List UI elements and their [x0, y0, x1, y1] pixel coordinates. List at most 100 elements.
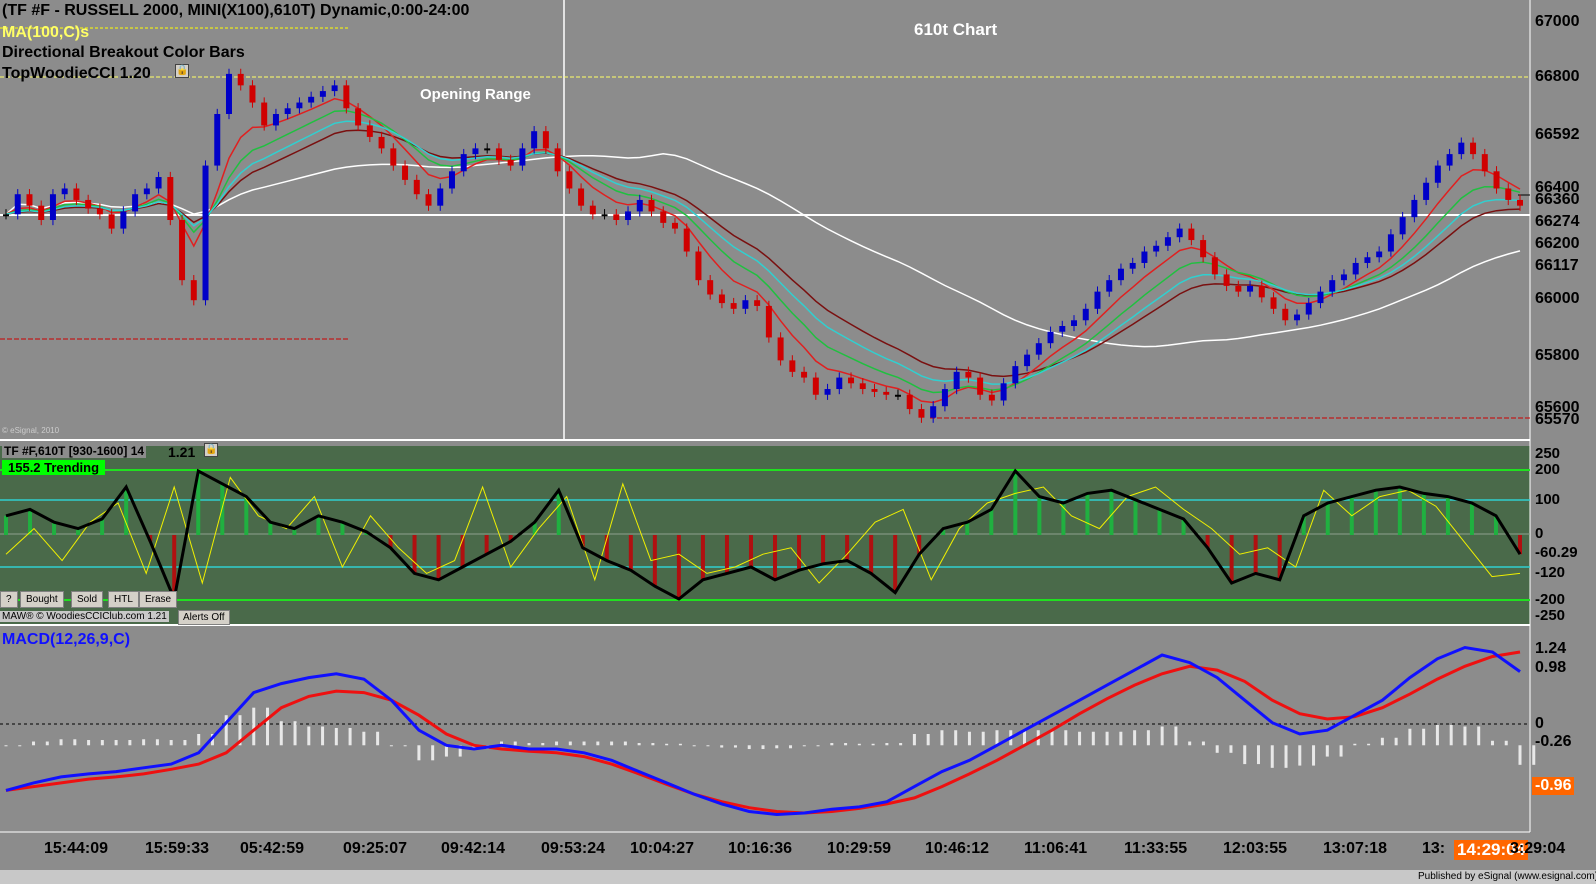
time-axis-label: 15:59:33 [145, 840, 210, 857]
candle-body [660, 211, 667, 223]
macd-histogram-bar [885, 743, 889, 746]
macd-histogram-bar [1215, 745, 1219, 753]
time-axis-label: 3:29:04 [1510, 840, 1566, 857]
candle-body [1106, 280, 1113, 292]
cci-axis-label: 200 [1535, 461, 1561, 478]
candle-body [906, 394, 913, 410]
macd-histogram-bar [1064, 730, 1068, 746]
macd-histogram-bar [912, 734, 916, 746]
macd-histogram-bar [1188, 741, 1192, 746]
time-axis-label: 09:42:14 [441, 840, 506, 857]
cci-axis-label: -200 [1535, 591, 1566, 608]
macd-histogram-bar [252, 707, 256, 746]
macd-histogram-bar [45, 741, 49, 746]
candle-body [1164, 237, 1171, 246]
chart-title: 610t Chart [914, 20, 998, 39]
candle-body [754, 300, 761, 306]
candle-body [448, 171, 455, 189]
macd-histogram-bar [1367, 743, 1371, 746]
macd-histogram-bar [376, 731, 380, 746]
macd-histogram-bar [665, 743, 669, 746]
lock-icon[interactable]: 🔒 [175, 64, 189, 78]
macd-histogram-bar [362, 731, 366, 746]
macd-axis-label: -0.26 [1535, 733, 1572, 750]
bought-button[interactable]: Bought [20, 591, 64, 608]
cci-histogram-bar [1253, 535, 1258, 574]
cci-histogram-bar [1085, 493, 1090, 535]
cci-histogram-bar [676, 535, 681, 599]
candle-body [202, 165, 209, 301]
alerts-off-button[interactable]: Alerts Off [178, 610, 230, 625]
candle-body [1211, 257, 1218, 275]
macd-histogram-bar [114, 740, 118, 746]
candle-body [1481, 154, 1488, 172]
macd-histogram-bar [142, 739, 146, 746]
macd-histogram-bar [1353, 743, 1357, 746]
cci-histogram-bar [893, 535, 898, 593]
macd-histogram-bar [307, 726, 311, 746]
candle-body [402, 165, 409, 180]
bar-study-label: Directional Breakout Color Bars [2, 44, 245, 61]
macd-histogram-bar [541, 743, 545, 746]
candle-body [1329, 280, 1336, 292]
macd-histogram-bar [1298, 745, 1302, 766]
candle-body [507, 159, 514, 166]
sold-button[interactable]: Sold [71, 591, 104, 608]
candle-body [167, 177, 174, 220]
candle-body [894, 394, 901, 397]
time-axis-label: 05:42:59 [240, 840, 305, 857]
candle-body [542, 131, 549, 149]
candle-body [589, 205, 596, 215]
candle-body [848, 377, 855, 384]
cci-histogram-bar [436, 535, 441, 580]
candle-body [1153, 245, 1160, 252]
macd-histogram-bar [444, 745, 448, 757]
cci-histogram-bar [1397, 487, 1402, 535]
macd-histogram-bar [169, 740, 173, 746]
candle-body [707, 280, 714, 295]
cci-lock-icon[interactable]: 🔒 [204, 443, 218, 457]
price-axis-label: 66117 [1535, 257, 1579, 274]
candle-body [1047, 331, 1054, 344]
candle-body [578, 188, 585, 206]
copyright: © eSignal, 2010 [2, 426, 60, 435]
macd-histogram-bar [747, 745, 751, 750]
candle-body [1294, 314, 1301, 321]
candle-body [366, 125, 373, 137]
macd-histogram-bar [155, 739, 159, 746]
chart-canvas [0, 0, 1596, 884]
macd-histogram-bar [954, 730, 958, 746]
candle-body [1423, 182, 1430, 200]
candle-body [859, 383, 866, 390]
candle-body [1059, 326, 1066, 332]
macd-histogram-bar [1435, 724, 1439, 746]
macd-histogram-bar [1256, 745, 1260, 765]
candle-body [1082, 308, 1089, 321]
macd-histogram-bar [623, 741, 627, 746]
price-axis-label: 66800 [1535, 68, 1580, 85]
macd-histogram-bar [637, 743, 641, 746]
candle-body [1188, 228, 1195, 241]
macd-axis-label: 0.98 [1535, 659, 1567, 676]
candle-body [49, 194, 56, 220]
candle-body [636, 199, 643, 212]
cci-axis-label: -120 [1535, 564, 1566, 581]
candle-body [1129, 262, 1136, 269]
candle-body [671, 222, 678, 229]
macd-histogram-bar [197, 734, 201, 746]
erase-button[interactable]: Erase [139, 591, 178, 608]
cci-histogram-bar [628, 535, 633, 571]
candle-body [378, 136, 385, 149]
htl-button[interactable]: HTL [108, 591, 139, 608]
macd-histogram-bar [32, 741, 36, 746]
cci-axis-label: -250 [1535, 607, 1566, 624]
time-axis-label: 10:04:27 [630, 840, 695, 857]
candle-body [883, 391, 890, 395]
candle-body [1434, 165, 1441, 183]
cci-histogram-bar [4, 515, 8, 535]
candle-body [296, 102, 303, 109]
cci-histogram-bar [845, 535, 850, 561]
macd-histogram-bar [334, 727, 338, 746]
cci-axis-label: 0 [1535, 525, 1544, 542]
help-button[interactable]: ? [0, 591, 18, 608]
